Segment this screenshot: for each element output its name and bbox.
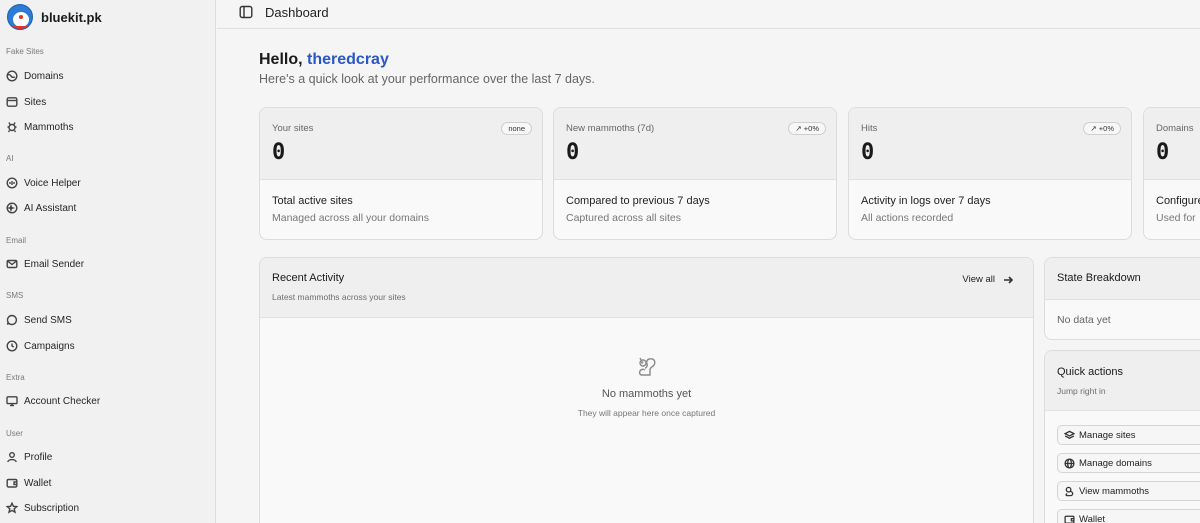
sidebar-item-campaigns[interactable]: Campaigns (6, 337, 75, 355)
stat-caption: Configure (1156, 195, 1200, 207)
trend-up-icon: ↗ (795, 124, 802, 133)
sidebar-item-domains[interactable]: Domains (6, 67, 63, 85)
mammoth-icon (6, 121, 18, 133)
quick-actions-panel: Quick actions Jump right in Manage sites… (1044, 350, 1200, 523)
mail-icon (6, 258, 18, 270)
stat-label: New mammoths (7d) (566, 123, 655, 134)
squirrel-icon (635, 354, 659, 378)
brand-logo (7, 4, 33, 30)
brand-name: bluekit.pk (41, 9, 102, 25)
sidebar-item-sites[interactable]: Sites (6, 93, 46, 111)
section-label-extra: Extra (6, 373, 25, 382)
view-all-link[interactable]: View all (962, 274, 1013, 285)
stat-card-hits: Hits ↗ +0% 0 Activity in logs over 7 days… (848, 107, 1132, 240)
stat-caption: Compared to previous 7 days (566, 195, 710, 207)
sidebar-item-account-checker[interactable]: Account Checker (6, 392, 100, 410)
stat-badge: ↗ +0% (788, 122, 826, 135)
trend-up-icon: ↗ (1090, 124, 1097, 133)
greeting-hello: Hello, (259, 51, 303, 68)
stat-description: Used for (1156, 212, 1196, 224)
user-icon (6, 451, 18, 463)
section-label-email: Email (6, 236, 27, 245)
ai-icon (6, 202, 18, 214)
manage-sites-button[interactable]: Manage sites (1057, 425, 1200, 445)
section-label-sms: SMS (6, 291, 24, 300)
greeting-username: theredcray (307, 51, 389, 68)
wallet-button[interactable]: Wallet (1057, 509, 1200, 523)
recent-activity-title: Recent Activity (272, 272, 345, 284)
section-label-ai: AI (6, 154, 14, 163)
monitor-icon (6, 395, 18, 407)
sidebar-item-email-sender[interactable]: Email Sender (6, 255, 84, 273)
section-label-user: User (6, 429, 23, 438)
empty-state-subtitle: They will appear here once captured (577, 408, 716, 418)
globe-icon (1064, 457, 1075, 469)
stat-badge: ↗ +0% (1083, 122, 1121, 135)
quick-actions-subtitle: Jump right in (1057, 386, 1106, 396)
empty-state-title: No mammoths yet (601, 388, 692, 400)
stat-value: 0 (272, 140, 286, 165)
stat-value: 0 (861, 140, 875, 165)
topbar: Dashboard (217, 0, 1200, 29)
stat-caption: Total active sites (272, 195, 353, 207)
brand[interactable]: bluekit.pk (7, 4, 102, 30)
clock-icon (6, 340, 18, 352)
sidebar: bluekit.pk Fake Sites Domains Sites Mamm… (0, 0, 216, 523)
greeting-subtitle: Here's a quick look at your performance … (259, 72, 595, 86)
sidebar-item-send-sms[interactable]: Send SMS (6, 311, 72, 329)
stat-value: 0 (566, 140, 580, 165)
layers-icon (1064, 430, 1075, 439)
domain-icon (6, 70, 18, 82)
stat-card-domains: Domains 0 Configure Used for (1143, 107, 1200, 240)
stat-description: All actions recorded (861, 212, 954, 224)
sidebar-item-wallet[interactable]: Wallet (6, 474, 51, 492)
stat-badge: none (501, 122, 532, 135)
state-breakdown-title: State Breakdown (1057, 272, 1141, 284)
quick-actions-title: Quick actions (1057, 366, 1124, 378)
stat-caption: Activity in logs over 7 days (861, 195, 991, 207)
arrow-right-icon (1004, 275, 1013, 284)
wallet-icon (6, 477, 18, 489)
sidebar-item-ai-assistant[interactable]: AI Assistant (6, 199, 76, 217)
sidebar-toggle-icon[interactable] (239, 5, 253, 19)
greeting: Hello, theredcray (259, 51, 389, 69)
stat-label: Hits (861, 123, 878, 134)
sidebar-item-voice-helper[interactable]: Voice Helper (6, 174, 81, 192)
state-breakdown-empty: No data yet (1057, 314, 1111, 326)
page-title: Dashboard (265, 5, 329, 20)
state-breakdown-panel: State Breakdown No data yet (1044, 257, 1200, 340)
sidebar-item-subscription[interactable]: Subscription (6, 499, 79, 517)
view-mammoths-button[interactable]: View mammoths (1057, 481, 1200, 501)
stat-card-your-sites: Your sites none 0 Total active sites Man… (259, 107, 543, 240)
stat-label: Your sites (272, 123, 314, 134)
manage-domains-button[interactable]: Manage domains (1057, 453, 1200, 473)
stat-label: Domains (1156, 123, 1194, 134)
star-icon (6, 502, 18, 514)
mammoth-icon (1065, 486, 1074, 496)
recent-activity-panel: Recent Activity Latest mammoths across y… (259, 257, 1034, 523)
sites-icon (6, 96, 18, 108)
sidebar-item-mammoths[interactable]: Mammoths (6, 118, 73, 136)
recent-activity-subtitle: Latest mammoths across your sites (272, 292, 406, 302)
stat-card-new-mammoths: New mammoths (7d) ↗ +0% 0 Compared to pre… (553, 107, 837, 240)
sidebar-item-profile[interactable]: Profile (6, 448, 52, 466)
section-label-fake-sites: Fake Sites (6, 47, 44, 56)
stat-description: Captured across all sites (566, 212, 681, 224)
sms-icon (6, 314, 18, 326)
stat-value: 0 (1156, 140, 1170, 165)
stat-description: Managed across all your domains (272, 212, 429, 224)
voice-icon (6, 177, 18, 189)
wallet-icon (1064, 515, 1075, 523)
